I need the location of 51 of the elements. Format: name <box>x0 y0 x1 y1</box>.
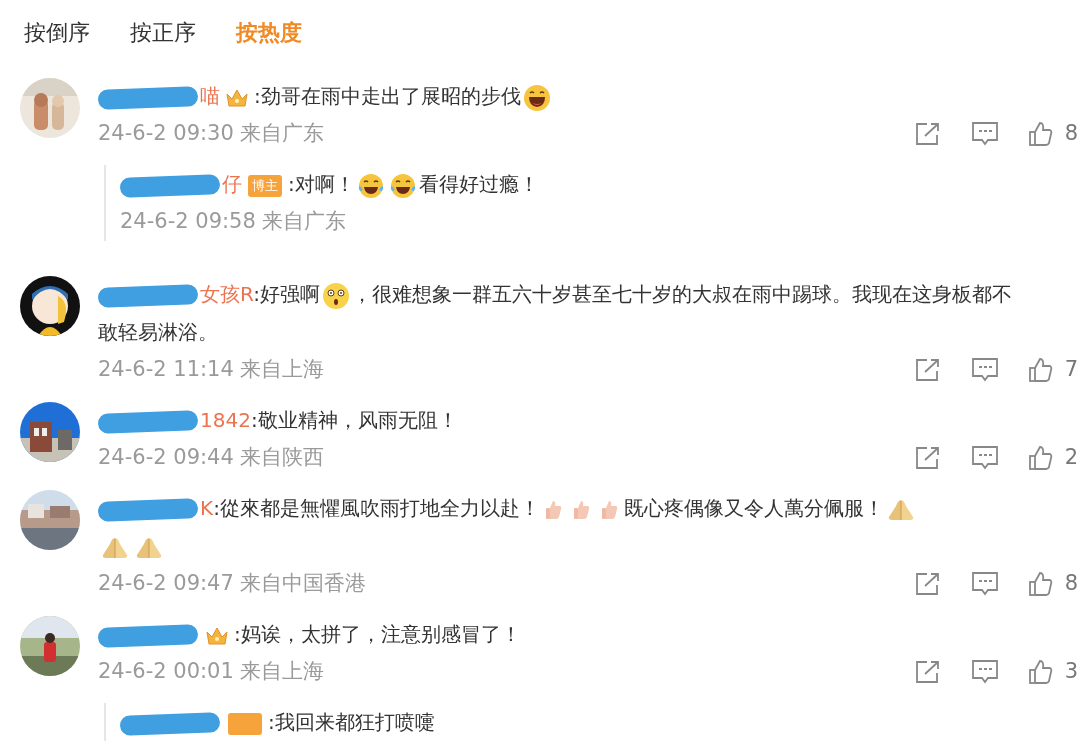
comment-button[interactable] <box>970 571 999 597</box>
sort-tab[interactable]: 按热度 <box>236 15 302 49</box>
comment-button[interactable] <box>970 357 999 383</box>
comment-text: 既心疼偶像又令人萬分佩服！ <box>623 496 884 520</box>
sort-tab[interactable]: 按正序 <box>130 15 196 49</box>
comment-author[interactable]: 1842 <box>200 408 251 432</box>
like-button[interactable]: 7 <box>1028 354 1078 386</box>
comment-button[interactable] <box>970 659 999 685</box>
thumbs-up-icon <box>1028 571 1053 597</box>
blogger-badge <box>228 712 262 735</box>
like-button[interactable]: 2 <box>1028 442 1078 474</box>
thumbs-up-icon <box>1028 659 1053 685</box>
comment-button[interactable] <box>970 121 999 147</box>
shocked-emoji-icon <box>322 281 351 310</box>
comment-text: 敢轻易淋浴。 <box>98 320 218 344</box>
thumbs-up-icon <box>1028 357 1053 383</box>
comment-time: 24-6-2 11:14 来自上海 <box>98 356 325 384</box>
share-button[interactable] <box>914 660 941 684</box>
comment-time: 24-6-2 09:30 来自广东 <box>98 120 325 148</box>
share-button[interactable] <box>914 446 941 470</box>
blogger-badge: 博主 <box>248 174 282 197</box>
comment-author[interactable]: K <box>200 496 214 520</box>
share-button[interactable] <box>914 572 941 596</box>
comment-text: :劲哥在雨中走出了展昭的步伐 <box>254 84 521 108</box>
thumbs-up-icon <box>1028 445 1053 471</box>
thumbs-up-icon <box>1028 121 1053 147</box>
comment-time: 24-6-2 09:44 来自陕西 <box>98 444 325 472</box>
comment-author[interactable]: 喵 <box>200 84 220 108</box>
comment-text: :我回来都狂打喷嚏 <box>268 710 435 734</box>
like-button[interactable]: 3 <box>1028 656 1078 688</box>
comment-button[interactable] <box>970 445 999 471</box>
grin-emoji-icon <box>522 83 551 112</box>
laughing-tears-emoji-icon <box>388 171 417 200</box>
comment-text: :敬业精神，风雨无阻！ <box>250 408 458 432</box>
like-button[interactable]: 8 <box>1028 118 1078 150</box>
comment-author[interactable]: 女孩R <box>200 282 254 306</box>
like-button[interactable]: 8 <box>1028 568 1078 600</box>
share-button[interactable] <box>914 122 941 146</box>
comment-text: ，很难想象一群五六十岁甚至七十岁的大叔在雨中踢球。我现在这身板都不 <box>352 282 1013 306</box>
comment-time: 24-6-2 09:58 来自广东 <box>120 208 347 236</box>
comment-text: :從來都是無懼風吹雨打地全力以赴！ <box>213 496 540 520</box>
comment-text: :妈诶，太拼了，注意别感冒了！ <box>234 622 521 646</box>
laughing-tears-emoji-icon <box>356 171 385 200</box>
comment-text: :对啊！ <box>288 172 355 196</box>
comment-author[interactable]: 仔 <box>222 172 242 196</box>
share-button[interactable] <box>914 358 941 382</box>
comment-text: :好强啊 <box>253 282 321 306</box>
comment-time: 24-6-2 00:01 来自上海 <box>98 658 325 686</box>
comment-text: 看得好过瘾！ <box>418 172 539 196</box>
comment-time: 24-6-2 09:47 来自中国香港 <box>98 570 367 598</box>
sort-tab[interactable]: 按倒序 <box>24 15 90 49</box>
